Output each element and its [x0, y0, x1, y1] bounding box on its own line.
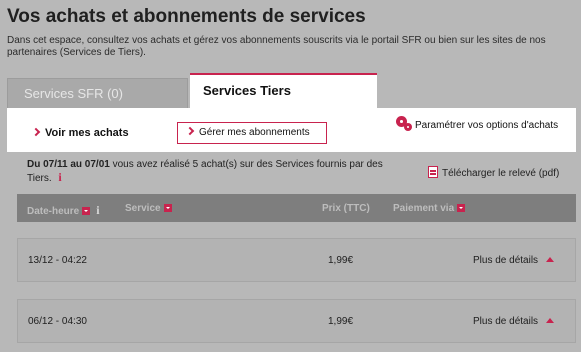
sort-dropdown-icon[interactable] — [163, 204, 172, 212]
chevron-right-icon — [185, 126, 195, 136]
download-statement-link[interactable]: Télécharger le relevé (pdf) — [428, 166, 559, 179]
column-payment[interactable]: Paiement via — [393, 203, 466, 214]
gerer-abonnements-link[interactable]: Gérer mes abonnements — [177, 122, 327, 144]
column-service[interactable]: Service — [125, 203, 172, 214]
caret-up-icon — [546, 318, 555, 323]
pdf-icon — [428, 166, 438, 178]
subnav-bar: Voir mes achats Gérer mes abonnements Pa… — [7, 108, 576, 152]
row-date: 06/12 - 04:30 — [28, 316, 87, 327]
download-statement-label: Télécharger le relevé (pdf) — [442, 168, 560, 179]
details-toggle[interactable]: Plus de détails — [473, 255, 555, 266]
column-date[interactable]: Date-heure i — [27, 203, 100, 218]
page-title: Vos achats et abonnements de services — [7, 6, 366, 27]
column-date-label: Date-heure — [27, 206, 80, 217]
column-payment-label: Paiement via — [393, 203, 455, 214]
gerer-abonnements-label: Gérer mes abonnements — [199, 127, 310, 138]
summary-period: Du 07/11 au 07/01 — [27, 159, 110, 170]
caret-up-icon — [546, 257, 555, 262]
table-header: Date-heure i Service Prix (TTC) Paiement … — [17, 194, 576, 222]
info-icon[interactable]: i — [96, 203, 99, 218]
voir-achats-label: Voir mes achats — [45, 127, 129, 139]
purchase-summary: Du 07/11 au 07/01 vous avez réalisé 5 ac… — [27, 159, 397, 185]
sort-dropdown-icon[interactable] — [457, 204, 466, 212]
voir-achats-link[interactable]: Voir mes achats — [31, 127, 129, 139]
sort-dropdown-icon[interactable] — [82, 207, 91, 215]
details-label: Plus de détails — [473, 255, 539, 266]
intro-text: Dans cet espace, consultez vos achats et… — [7, 35, 546, 58]
table-row: 06/12 - 04:30 1,99€ Plus de détails — [17, 299, 576, 343]
gears-icon — [397, 117, 412, 131]
details-toggle[interactable]: Plus de détails — [473, 316, 555, 327]
column-service-label: Service — [125, 203, 161, 214]
details-label: Plus de détails — [473, 316, 539, 327]
parametrer-options-link[interactable]: Paramétrer vos options d'achats — [397, 117, 558, 131]
tab-services-tiers[interactable]: Services Tiers — [190, 73, 377, 109]
row-price: 1,99€ — [328, 255, 354, 266]
row-price: 1,99€ — [328, 316, 354, 327]
tab-services-sfr[interactable]: Services SFR (0) — [7, 78, 188, 108]
info-icon[interactable]: i — [58, 171, 61, 183]
parametrer-options-label: Paramétrer vos options d'achats — [415, 120, 559, 131]
table-row: 13/12 - 04:22 1,99€ Plus de détails — [17, 238, 576, 282]
column-price: Prix (TTC) — [322, 203, 370, 214]
chevron-right-icon — [31, 127, 41, 137]
column-price-label: Prix (TTC) — [322, 203, 370, 214]
row-date: 13/12 - 04:22 — [28, 255, 87, 266]
